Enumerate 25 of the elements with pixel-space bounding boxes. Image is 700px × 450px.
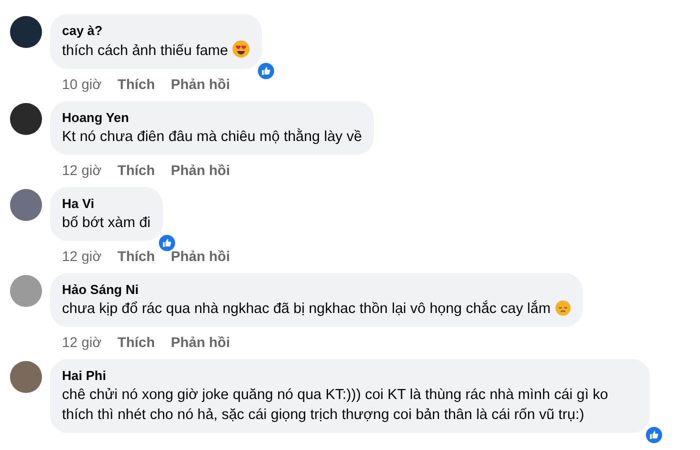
commenter-name[interactable]: Hảo Sáng Ni [62, 281, 571, 299]
reply-link[interactable]: Phản hồi [170, 247, 230, 265]
avatar[interactable] [10, 103, 42, 135]
comment-text: chê chửi nó xong giờ joke quăng nó qua KT:))) coi KT là thùng rác nhà mình cái gì ko thích thì nhét cho nó hả, sặc cái giọng trịch thượng coi bản thân là cái rốn vũ trụ:) [62, 387, 608, 423]
avatar[interactable] [10, 16, 42, 48]
comment-time: 10 giờ [62, 75, 102, 93]
like-link[interactable]: Thích [118, 333, 155, 351]
like-link[interactable]: Thích [118, 75, 155, 93]
comment-text: chưa kịp đổ rác qua nhà ngkhac đã bị ngkhac thồn lại vô họng chắc cay lắm [62, 301, 551, 317]
commenter-name[interactable]: Ha Vi [62, 195, 150, 213]
comment-time: 12 giờ [62, 247, 102, 265]
commenter-name[interactable]: Hoang Yen [62, 109, 362, 127]
comment-time: 12 giờ [62, 333, 102, 351]
like-reaction-icon[interactable] [644, 425, 664, 445]
like-link[interactable]: Thích [118, 247, 155, 265]
commenter-name[interactable]: cay à? [62, 22, 250, 40]
commenter-name[interactable]: Hai Phi [62, 367, 638, 385]
like-link[interactable]: Thích [118, 161, 155, 179]
reply-link[interactable]: Phản hồi [170, 161, 230, 179]
comment-text: Kt nó chưa điên đâu mà chiêu mộ thằng lày về [62, 129, 362, 145]
reply-link[interactable]: Phản hồi [170, 333, 230, 351]
comment-text: thích cách ảnh thiếu fame [62, 43, 228, 59]
comment-text: bố bớt xàm đi [62, 215, 150, 231]
reply-link[interactable]: Phản hồi [170, 75, 230, 93]
comment-time: 12 giờ [62, 161, 102, 179]
